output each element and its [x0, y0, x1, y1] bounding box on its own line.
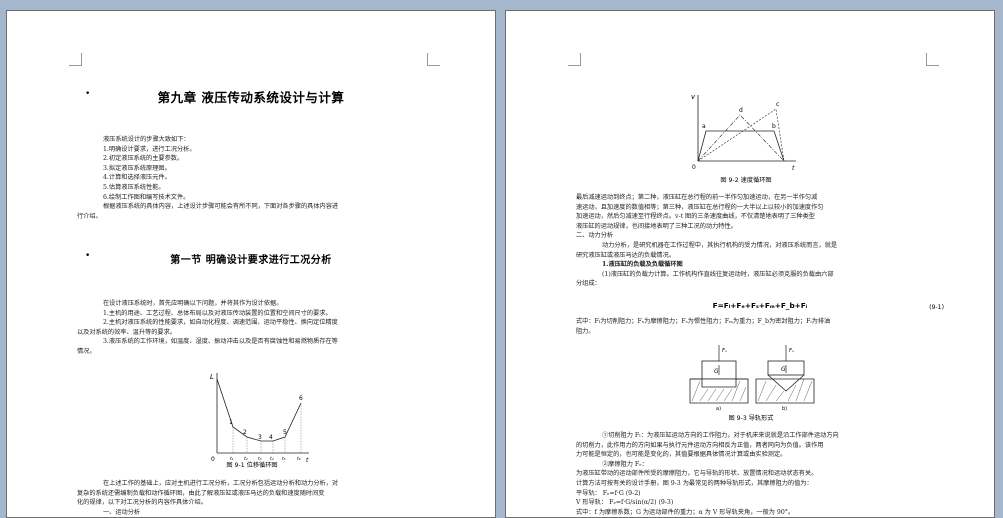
document-page-left[interactable]: • 第九章 液压传动系统设计与计算 液压系统设计的步骤大致如下： 1.明确设计要…	[6, 10, 496, 518]
point-label: 4	[269, 434, 273, 441]
text-line: 行介绍。	[77, 212, 102, 220]
displacement-cycle-figure: L 0 t 1 2 3 4 5 6 t₁ t₂ t₃ t₄ t₅ t₆	[210, 373, 309, 464]
point-label: 5	[283, 429, 287, 436]
v-guide-drawing: Fₙ G	[755, 345, 815, 404]
text-line: 分组成：	[576, 280, 601, 288]
velocity-paragraph: 最后减速运动到终点；第二种，液压缸在总行程的前一半作匀加速运动，在另一半作匀减 …	[576, 193, 944, 289]
text-line: (1)液压缸的负载力计算。工作机构作直线往复运动时，液压缸必须克服的负载由六部	[602, 270, 834, 278]
text-line: 式中：f 为摩擦系数；G 为运动部件的重力；α 为 V 形导轨夹角，一般为 90…	[576, 508, 795, 516]
section-paragraph: 在设计液压系统时，首先应明确以下问题，并将其作为设计依据。 1.主机的用途、工艺…	[77, 299, 445, 357]
formula-row: F=Fₗ+Fₑ+Fₛ+Fₘ+F_b+Fᵢ (9-1)	[576, 301, 944, 315]
page-corner-mark	[69, 53, 82, 66]
y-axis-label: v	[691, 93, 696, 101]
point-label: b	[772, 123, 776, 130]
velocity-curve-d	[697, 114, 785, 162]
text-line: 2.初定液压系统的主要参数。	[103, 155, 184, 163]
point-label: 3	[258, 434, 262, 441]
text-line: 计算方法可按有关的设计手册，图 9-3 为最常见的两种导轨形式，其摩擦阻力的值为…	[576, 479, 813, 487]
text-line: 阻力。	[576, 327, 595, 335]
figure-caption: 图 9-2 速度循环图	[720, 177, 772, 184]
text-line: 4.计算和选择液压元件。	[103, 174, 171, 182]
analysis-paragraph: 在上述工作的基础上，应对主机进行工况分析，工况分析包括运动分析和动力分析，对 复…	[77, 479, 445, 517]
force-label: Fₙ	[722, 348, 727, 354]
displacement-curve	[216, 378, 302, 442]
friction-paragraph: ①切削阻力 Fₗ：为液压缸运动方向的工作阻力，对于机床来说就是沿工作部件运动方向…	[576, 431, 944, 517]
intro-paragraph: 液压系统设计的步骤大致如下： 1.明确设计要求，进行工况分析。 2.初定液压系统…	[77, 135, 445, 221]
page-corner-mark	[568, 53, 581, 66]
text-line: 3.拟定液压系统原理图。	[103, 164, 171, 172]
sub-figure-label: a)	[716, 406, 721, 411]
text-line: ①切削阻力 Fₗ：为液压缸运动方向的工作阻力，对于机床来说就是沿工作部件运动方向	[602, 432, 839, 439]
section-heading: 二、动力分析	[576, 232, 614, 240]
text-line: 在上述工作的基础上，应对主机进行工况分析，工况分析包括运动分析和动力分析，对	[103, 480, 339, 487]
text-line: 3.液压系统的工作环境，如温度、湿度、振动冲击以及是否有腐蚀性和易燃物质存在等	[103, 338, 338, 346]
text-line: 液压系统设计的步骤大致如下：	[103, 136, 190, 143]
point-label: d	[739, 107, 743, 114]
text-line: 动力分析，是研究机器在工作过程中，其执行机构的受力情况，对液压系统而言，就是	[602, 241, 838, 249]
velocity-cycle-figure: v 0 t a b c d	[691, 93, 796, 172]
text-line: 研究液压缸或液压马达的负载情况。	[576, 251, 675, 259]
point-label: c	[776, 101, 779, 108]
text-line: 最后减速运动到终点；第二种，液压缸在总行程的前一半作匀加速运动，在另一半作匀减	[576, 194, 818, 201]
document-page-right[interactable]: v 0 t a b c d 图 9-2 速度循环图 最后减速运动到终点；第二种，…	[505, 10, 995, 518]
text-line: 一、运动分析	[103, 508, 141, 516]
text-line: 为液压缸带动的运动部件所受的摩擦阻力，它与导轨的形状、放置情况和运动状态有关。	[576, 470, 818, 478]
point-label: a	[702, 123, 706, 130]
formula-number: (9-1)	[929, 304, 944, 311]
velocity-curve-c	[697, 108, 785, 162]
text-line: 平导轨： Fₑ=f·G (9-2)	[576, 489, 641, 497]
text-line: 以及对系统的效率、温升等的要求。	[77, 328, 176, 336]
weight-label: G	[714, 368, 719, 375]
guide-rail-figure: Fₙ G Fₙ G a) b)	[689, 345, 815, 411]
point-label: 1	[229, 419, 233, 426]
text-line: 在设计液压系统时，首先应明确以下问题，并将其作为设计依据。	[103, 300, 283, 307]
page-corner-mark	[926, 53, 939, 66]
text-line: 1.明确设计要求，进行工况分析。	[103, 145, 196, 153]
text-line: 速运动，且加速度的数值相等；第三种，液压缸在总行程的一大半以上以较小的加速度作匀	[576, 203, 824, 211]
text-line: 式中：Fₗ为切削阻力；Fₑ为摩擦阻力；Fₛ为惯性阻力；Fₘ为重力；F_b为密封阻…	[576, 318, 831, 325]
chapter-title: 第九章 液压传动系统设计与计算	[157, 90, 345, 105]
formula-description: 式中：Fₗ为切削阻力；Fₑ为摩擦阻力；Fₛ为惯性阻力；Fₘ为重力；F_b为密封阻…	[576, 317, 944, 336]
text-line: 液压缸的运动规律，也间接地表明了三种工况的动力特性。	[576, 222, 737, 230]
text-line: V 形导轨： Fₑ=f·G/sin(α/2) (9-3)	[576, 499, 674, 507]
formula: F=Fₗ+Fₑ+Fₛ+Fₘ+F_b+Fᵢ	[712, 301, 808, 310]
x-axis-label: t	[792, 165, 795, 172]
text-line: 加速运动，然后匀减速至行程终点。v-t 图的三条速度曲线，不仅清楚地表明了三种类…	[576, 213, 815, 221]
text-line: 2.主机对液压系统的性能要求，如自动化程度、调速范围、运动平稳性、换向定位精度	[103, 319, 338, 327]
text-line: 1.主机的用途、工艺过程、总体布局以及对液压传动装置的位置和空间尺寸的要求。	[103, 309, 332, 317]
figure-caption: 图 9-3 导轨形式	[728, 415, 774, 422]
text-line: 根据液压系统的具体内容，上述设计步骤可能会有所不同，下面对各步骤的具体内容进	[103, 203, 339, 211]
sub-figure-label: b)	[782, 406, 787, 411]
y-axis-label: L	[210, 373, 214, 381]
page-corner-mark	[427, 53, 440, 66]
force-label: Fₙ	[789, 348, 794, 354]
text-line: 6.绘制工作图和编写技术文件。	[103, 193, 190, 201]
origin-label: 0	[692, 164, 696, 171]
weight-label: G	[781, 366, 786, 373]
section-title: 第一节 明确设计要求进行工况分析	[170, 255, 332, 266]
figure-caption: 图 9-1 位移循环图	[226, 462, 278, 469]
velocity-curve-a	[697, 130, 785, 162]
text-line: 力可能是恒定的，也可能是变化的，其值要根据具体情况计算或由实验测定。	[576, 451, 787, 459]
point-label: 6	[299, 395, 303, 402]
text-line: 5.估算液压系统性能。	[103, 183, 165, 191]
flat-guide-drawing: Fₙ G	[689, 345, 749, 404]
text-line: 复杂的系统还需编制负载和动作循环图，由此了解液压缸或液压马达的负载和速度随时间变	[77, 489, 325, 497]
text-line: 化的规律，以下对工况分析的内容作具体介绍。	[77, 499, 207, 507]
sub-heading: 1.液压缸的负载及负载循环图	[602, 261, 683, 269]
text-line: 情况。	[77, 347, 96, 355]
text-line: 的切削力，此作用力的方向如果与执行元件运动方向相反为正值，两者同向为负值。该作用	[576, 441, 824, 449]
text-line: ②摩擦阻力 Fₑ：	[602, 460, 648, 468]
point-label: 2	[243, 429, 247, 436]
